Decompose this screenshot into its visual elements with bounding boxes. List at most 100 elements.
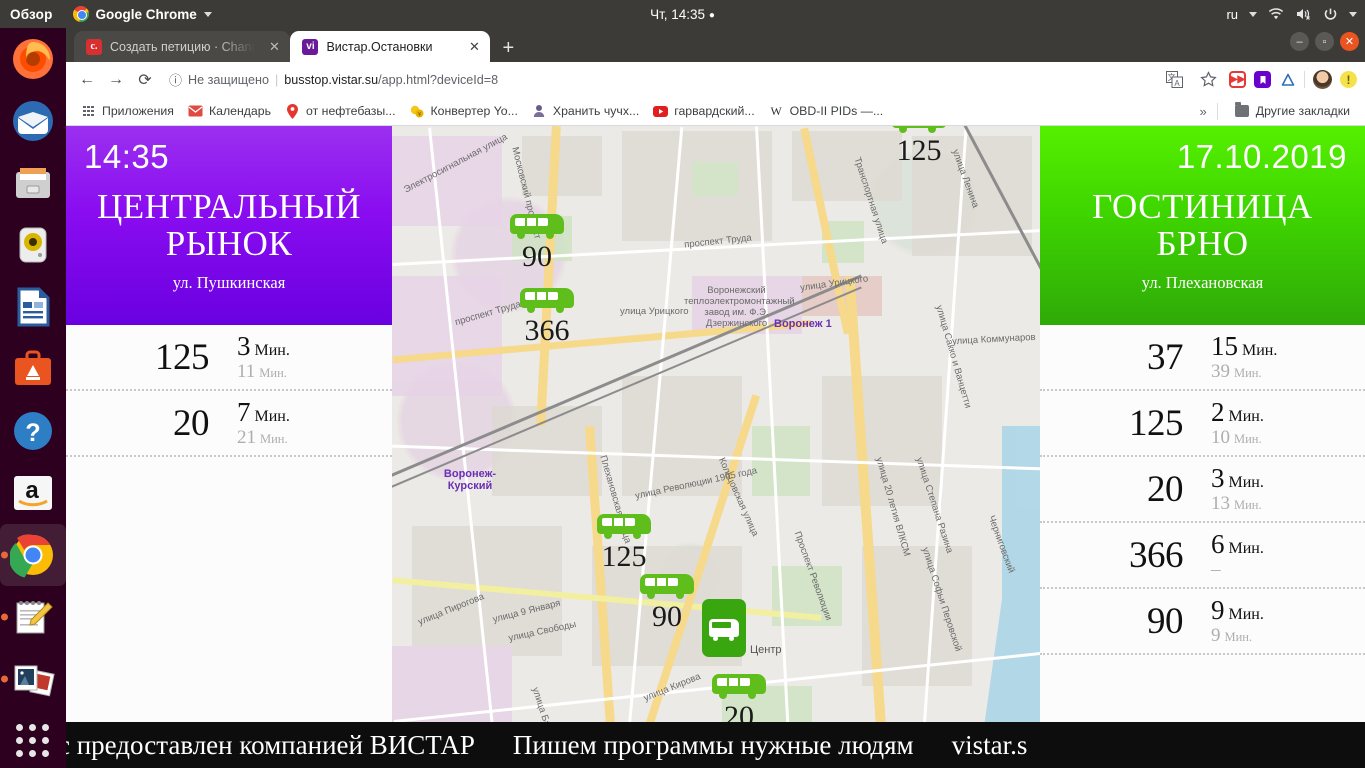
extension-purple-icon[interactable] bbox=[1254, 71, 1271, 88]
bookmark-calendar[interactable]: Календарь bbox=[181, 102, 278, 121]
bookmark-apps[interactable]: Приложения bbox=[74, 102, 181, 121]
notification-badge-icon[interactable]: ! bbox=[1340, 71, 1357, 88]
maximize-button[interactable]: ▫ bbox=[1315, 32, 1334, 51]
tab-vistar-stops[interactable]: vi Вистар.Остановки ✕ bbox=[290, 31, 491, 62]
arrival-times: 15 Мин. 39 Мин. bbox=[1205, 331, 1365, 383]
bus-stop-marker[interactable] bbox=[702, 599, 746, 657]
extension-red-icon[interactable]: ▶▶ bbox=[1229, 71, 1246, 88]
map-bus-marker[interactable]: 366 bbox=[520, 288, 574, 346]
bus-icon bbox=[640, 574, 694, 600]
new-tab-button[interactable]: + bbox=[490, 38, 526, 62]
forward-button[interactable]: → bbox=[103, 67, 129, 93]
next-arrival: 15 Мин. bbox=[1211, 331, 1365, 362]
bus-route-number: 125 bbox=[601, 540, 647, 573]
following-arrival-value: 11 bbox=[237, 361, 256, 382]
tab-change-org[interactable]: c. Создать петицию · Chang ✕ bbox=[74, 31, 291, 62]
place-label: Центр bbox=[750, 644, 782, 656]
photos-icon bbox=[10, 656, 56, 702]
table-row[interactable]: 125 2 Мин. 10 Мин. bbox=[1040, 391, 1365, 457]
help-icon: ? bbox=[10, 408, 56, 454]
amazon-icon: a bbox=[10, 470, 56, 516]
site-info-icon[interactable]: ⓘ bbox=[169, 70, 182, 89]
dock-item-ubuntu-software[interactable] bbox=[0, 338, 66, 400]
left-panel-street: ул. Пушкинская bbox=[172, 273, 286, 293]
alice-assistant-icon[interactable] bbox=[1279, 71, 1296, 88]
right-stop-panel: 17.10.2019 ГОСТИНИЦА БРНО ул. Плехановск… bbox=[1040, 126, 1365, 768]
other-bookmarks-button[interactable]: Другие закладки bbox=[1228, 102, 1357, 121]
url-text: busstop.vistar.su/app.html?deviceId=8 bbox=[284, 73, 498, 87]
reload-button[interactable]: ⟳ bbox=[132, 67, 158, 93]
map-view[interactable]: Электросигнальная улица Московский просп… bbox=[392, 126, 1040, 768]
ubuntu-dock: ? a bbox=[0, 28, 66, 768]
profile-avatar[interactable] bbox=[1313, 70, 1332, 89]
following-arrival: – bbox=[1211, 559, 1365, 581]
power-icon bbox=[1323, 7, 1338, 22]
close-tab-icon[interactable]: ✕ bbox=[266, 39, 282, 55]
keyboard-layout-label[interactable]: ru bbox=[1226, 7, 1238, 22]
dock-item-firefox[interactable] bbox=[0, 28, 66, 90]
translate-icon[interactable]: 文A bbox=[1161, 67, 1187, 93]
bus-stop-icon bbox=[709, 619, 739, 641]
table-row[interactable]: 20 7 Мин. 21 Мин. bbox=[66, 391, 392, 457]
table-row[interactable]: 366 6 Мин. – bbox=[1040, 523, 1365, 589]
dock-item-photos[interactable] bbox=[0, 648, 66, 710]
following-arrival: 21 Мин. bbox=[237, 427, 392, 449]
bus-route-number: 90 bbox=[652, 600, 682, 633]
table-row[interactable]: 125 3 Мин. 11 Мин. bbox=[66, 325, 392, 391]
bookmark-star-icon[interactable] bbox=[1195, 67, 1221, 93]
map-bus-marker[interactable]: 90 bbox=[640, 574, 694, 632]
route-number: 20 bbox=[173, 402, 210, 444]
dock-item-libreoffice-writer[interactable] bbox=[0, 276, 66, 338]
bookmark-obd-pids[interactable]: W OBD-II PIDs —... bbox=[762, 102, 891, 121]
security-status-label: Не защищено bbox=[188, 72, 269, 87]
youtube-icon bbox=[653, 104, 669, 119]
address-bar[interactable]: ⓘ Не защищено | busstop.vistar.su/app.ht… bbox=[163, 67, 1158, 93]
bookmark-converter[interactable]: ¥ Конвертер Yo... bbox=[403, 102, 525, 121]
dock-item-google-chrome[interactable] bbox=[0, 524, 66, 586]
arrival-times: 7 Мин. 21 Мин. bbox=[231, 397, 392, 449]
next-arrival: 7 Мин. bbox=[237, 397, 392, 428]
top-bar-clock[interactable]: Чт, 14:35 ● bbox=[0, 7, 1365, 22]
minimize-button[interactable]: – bbox=[1290, 32, 1309, 51]
table-row[interactable]: 90 9 Мин. 9 Мин. bbox=[1040, 589, 1365, 655]
following-arrival-value: 13 bbox=[1211, 493, 1230, 514]
bookmarks-overflow-button[interactable]: » bbox=[1200, 104, 1207, 119]
close-tab-icon[interactable]: ✕ bbox=[466, 39, 482, 55]
table-row[interactable]: 20 3 Мин. 13 Мин. bbox=[1040, 457, 1365, 523]
bookmark-store-chuchkh[interactable]: Хранить чучх... bbox=[525, 102, 646, 121]
thunderbird-icon bbox=[10, 98, 56, 144]
keyboard-chevron-icon bbox=[1249, 11, 1257, 17]
following-arrival: 39 Мин. bbox=[1211, 361, 1365, 383]
right-panel-header: 17.10.2019 ГОСТИНИЦА БРНО ул. Плехановск… bbox=[1040, 126, 1365, 325]
chrome-window: c. Создать петицию · Chang ✕ vi Вистар.О… bbox=[66, 28, 1365, 768]
bookmark-from-oil-depot[interactable]: от нефтебазы... bbox=[278, 102, 402, 121]
dock-item-files[interactable] bbox=[0, 152, 66, 214]
next-arrival-unit: Мин. bbox=[254, 408, 290, 425]
vistar-favicon: vi bbox=[302, 38, 319, 55]
dock-item-help[interactable]: ? bbox=[0, 400, 66, 462]
left-stop-panel: 14:35 ЦЕНТРАЛЬНЫЙ РЫНОК ул. Пушкинская 1… bbox=[66, 126, 392, 768]
toolbar-divider bbox=[1304, 71, 1305, 88]
dock-item-amazon[interactable]: a bbox=[0, 462, 66, 524]
map-bus-marker[interactable]: 90 bbox=[510, 214, 564, 272]
map-bus-marker[interactable]: 125 bbox=[597, 514, 651, 572]
wikipedia-icon: W bbox=[770, 103, 782, 118]
svg-text:¥: ¥ bbox=[418, 112, 421, 118]
bookmark-harvard[interactable]: гарвардский... bbox=[646, 102, 761, 121]
top-bar-status-area[interactable]: ru bbox=[1226, 7, 1357, 22]
map-bus-marker[interactable]: 125 bbox=[892, 126, 946, 166]
table-row[interactable]: 37 15 Мин. 39 Мин. bbox=[1040, 325, 1365, 391]
next-arrival: 2 Мин. bbox=[1211, 397, 1365, 428]
dock-item-show-applications[interactable] bbox=[0, 710, 66, 768]
following-arrival-value: 21 bbox=[237, 427, 256, 448]
back-button[interactable]: ← bbox=[74, 67, 100, 93]
dock-item-thunderbird[interactable] bbox=[0, 90, 66, 152]
next-arrival: 9 Мин. bbox=[1211, 595, 1365, 626]
following-arrival: 13 Мин. bbox=[1211, 493, 1365, 515]
right-panel-date: 17.10.2019 bbox=[1176, 138, 1347, 175]
route-number: 125 bbox=[155, 336, 210, 378]
dock-item-rhythmbox[interactable] bbox=[0, 214, 66, 276]
dock-item-text-editor[interactable] bbox=[0, 586, 66, 648]
close-window-button[interactable]: ✕ bbox=[1340, 32, 1359, 51]
next-arrival-unit: Мин. bbox=[1228, 606, 1264, 623]
